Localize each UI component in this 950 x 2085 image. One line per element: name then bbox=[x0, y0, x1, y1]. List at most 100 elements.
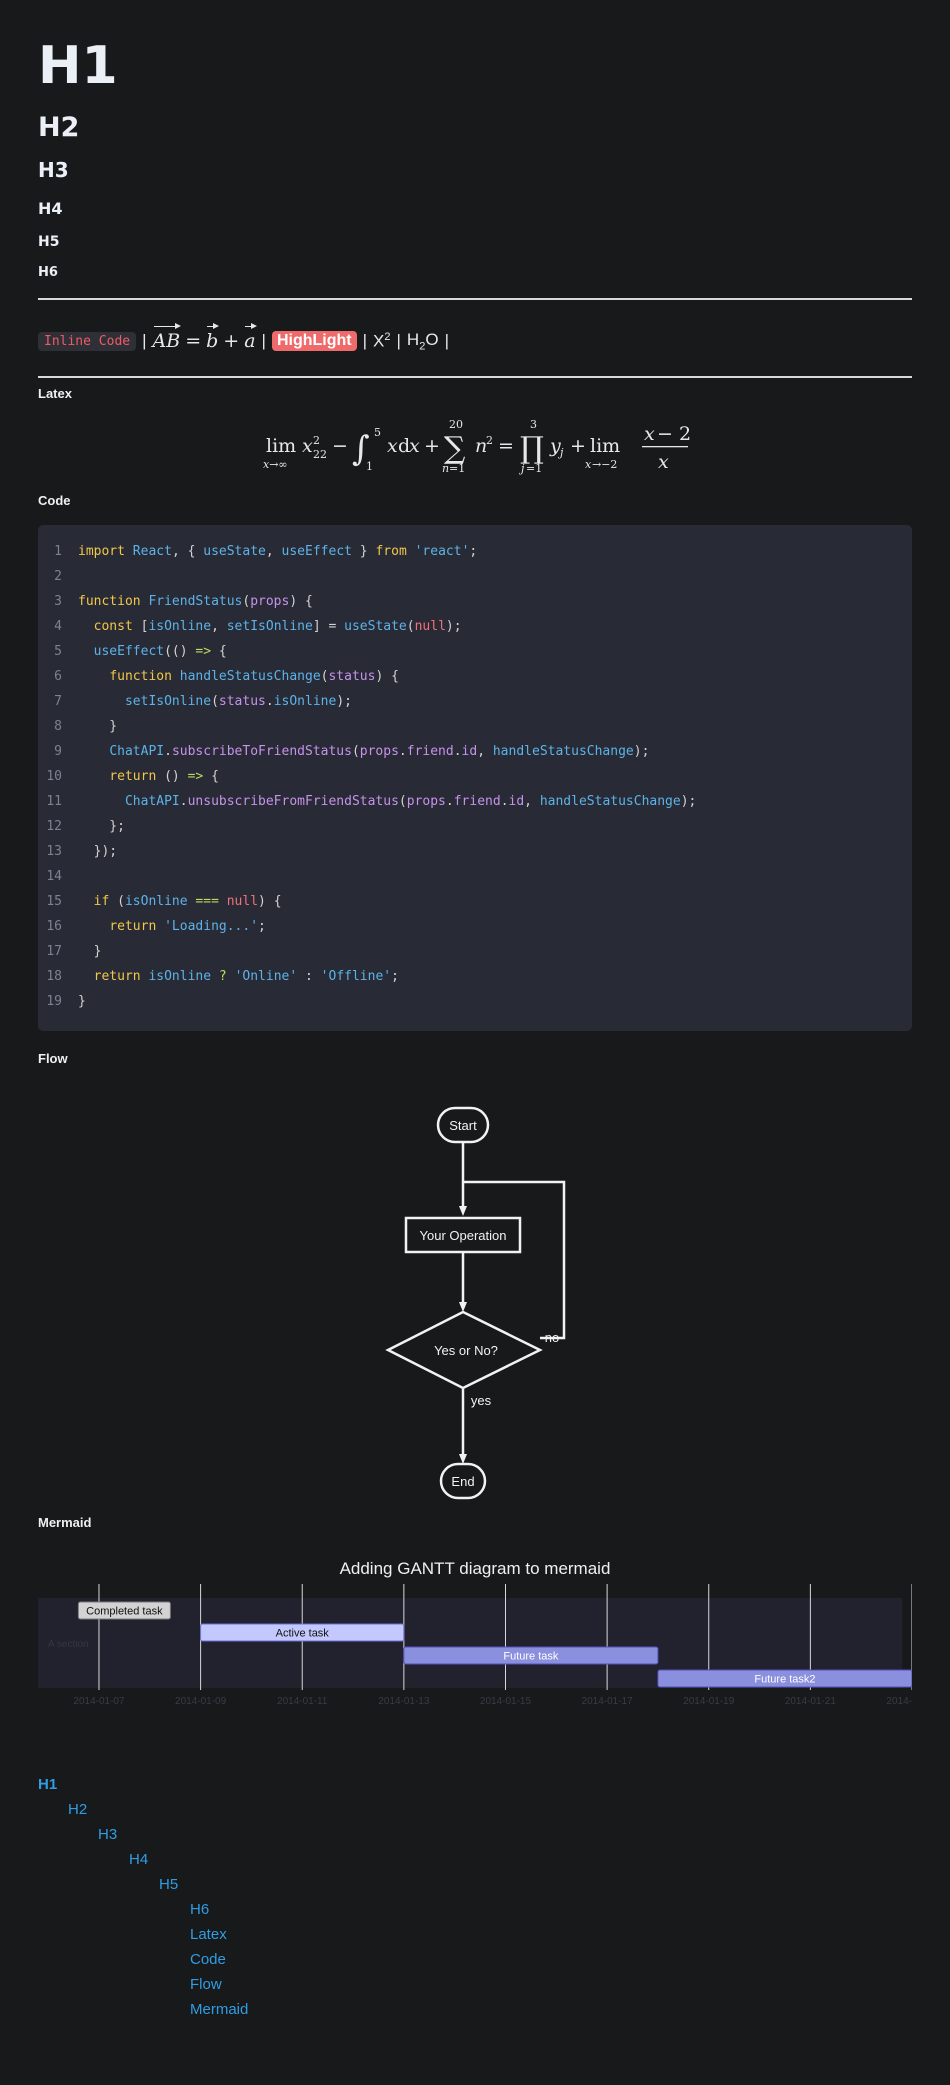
line-number: 12 bbox=[46, 819, 62, 834]
toc-link-h4[interactable]: H4 bbox=[129, 1850, 148, 1870]
toc-link-mermaid[interactable]: Mermaid bbox=[190, 2000, 248, 2020]
flow-no-label: no bbox=[545, 1330, 559, 1345]
separator: | bbox=[362, 331, 368, 350]
line-number: 4 bbox=[54, 619, 62, 634]
gantt-tick-label: 2014-01-09 bbox=[175, 1696, 227, 1707]
code-text: ChatAPI.subscribeToFriendStatus(props.fr… bbox=[109, 744, 650, 759]
code-text: } bbox=[78, 944, 102, 959]
line-number: 3 bbox=[54, 594, 62, 609]
heading-h2: H2 bbox=[38, 112, 80, 143]
svg-text:∑: ∑ bbox=[444, 431, 466, 466]
gantt-tick-label: 2014-01-15 bbox=[480, 1696, 532, 1707]
flow-condition-label: Yes or No? bbox=[434, 1343, 498, 1358]
gantt-chart: Adding GANTT diagram to mermaid A sectio… bbox=[38, 1559, 912, 1707]
flow-start-label: Start bbox=[449, 1118, 477, 1133]
svg-text:lim: lim bbox=[266, 435, 296, 457]
gantt-tick-label: 2014-01-21 bbox=[785, 1696, 837, 1707]
separator: | bbox=[142, 331, 147, 350]
code-text: return isOnline ? 'Online' : 'Offline'; bbox=[93, 969, 399, 984]
inline-elements-row: Inline Code | AB = b + a | HighLight | X2 | … bbox=[38, 318, 455, 364]
code-text: return () => { bbox=[109, 769, 219, 784]
code-text: setIsOnline(status.isOnline); bbox=[124, 694, 352, 709]
svg-text:x: x bbox=[387, 435, 398, 457]
line-number: 10 bbox=[46, 769, 62, 784]
svg-text:x: x bbox=[585, 458, 592, 471]
line-number: 6 bbox=[54, 669, 62, 684]
svg-text:∏: ∏ bbox=[520, 431, 544, 466]
gantt-tick-label: 2014-01-11 bbox=[277, 1696, 328, 1707]
inline-code: Inline Code bbox=[38, 331, 137, 351]
svg-text:→−2: →−2 bbox=[592, 458, 617, 471]
gantt-tick-label: 2014-01-07 bbox=[73, 1696, 125, 1707]
svg-text:5: 5 bbox=[374, 426, 381, 439]
section-label-flow: Flow bbox=[38, 1051, 68, 1066]
gantt-tick-label: 2014-01-13 bbox=[378, 1696, 430, 1707]
line-number: 1 bbox=[54, 544, 62, 559]
separator: | bbox=[396, 331, 401, 350]
gantt-task-label: Completed task bbox=[86, 1606, 163, 1618]
code-text: function handleStatusChange(status) { bbox=[109, 669, 399, 684]
toc-link-h6[interactable]: H6 bbox=[190, 1900, 209, 1920]
heading-h4: H4 bbox=[38, 199, 63, 218]
toc-link-h2[interactable]: H2 bbox=[68, 1800, 87, 1820]
latex-formula: lim x→∞ x 2 22 − ∫ 5 1 x d x + ∑ 20 n =1… bbox=[263, 418, 691, 475]
line-number: 2 bbox=[54, 569, 62, 584]
line-number: 11 bbox=[46, 794, 62, 809]
svg-text:2: 2 bbox=[313, 434, 320, 447]
gantt-task-label: Active task bbox=[276, 1628, 330, 1640]
heading-h5: H5 bbox=[38, 234, 60, 250]
line-number: 18 bbox=[46, 969, 62, 984]
line-number: 8 bbox=[54, 719, 62, 734]
toc-link-code[interactable]: Code bbox=[190, 1950, 226, 1970]
separator: | bbox=[261, 331, 266, 350]
flowchart: Start Your Operation Yes or No? yes no E… bbox=[385, 1106, 566, 1500]
svg-text:+: + bbox=[570, 435, 586, 457]
toc-link-h1[interactable]: H1 bbox=[38, 1775, 57, 1795]
svg-text:x→∞: x→∞ bbox=[263, 458, 288, 471]
gantt-title: Adding GANTT diagram to mermaid bbox=[340, 1559, 611, 1578]
heading-h1: H1 bbox=[38, 36, 118, 96]
code-text: function FriendStatus(props) { bbox=[78, 594, 313, 609]
section-label-latex: Latex bbox=[38, 386, 72, 401]
line-number: 7 bbox=[54, 694, 62, 709]
svg-text:=1: =1 bbox=[526, 462, 542, 475]
code-text: } bbox=[78, 719, 118, 734]
highlight-text: HighLight bbox=[271, 331, 357, 351]
svg-text:lim: lim bbox=[590, 435, 620, 457]
heading-h3: H3 bbox=[38, 158, 69, 182]
svg-text:−: − bbox=[332, 435, 348, 457]
horizontal-rule bbox=[38, 298, 912, 300]
svg-text:x: x bbox=[644, 423, 655, 445]
horizontal-rule bbox=[38, 376, 912, 378]
section-label-code: Code bbox=[38, 493, 71, 508]
toc-link-flow[interactable]: Flow bbox=[190, 1975, 222, 1995]
svg-text:3: 3 bbox=[530, 418, 537, 431]
code-text: }); bbox=[78, 844, 118, 859]
inline-math-vector: AB = b + a bbox=[152, 323, 257, 352]
line-number: 14 bbox=[46, 869, 62, 884]
subscript-text: H2O bbox=[406, 329, 439, 353]
code-text: if (isOnline === null) { bbox=[93, 894, 282, 909]
toc-link-h5[interactable]: H5 bbox=[159, 1875, 178, 1895]
code-text: import React, { useState, useEffect } fr… bbox=[78, 544, 478, 559]
code-text: const [isOnline, setIsOnline] = useState… bbox=[93, 619, 462, 634]
code-text: useEffect(() => { bbox=[93, 644, 227, 659]
line-number: 15 bbox=[46, 894, 62, 909]
gantt-section-label: A section bbox=[48, 1639, 89, 1650]
gantt-task-label: Future task2 bbox=[754, 1674, 815, 1686]
line-number: 19 bbox=[46, 994, 62, 1009]
line-number: 9 bbox=[54, 744, 62, 759]
code-text: }; bbox=[78, 819, 125, 834]
svg-text:22: 22 bbox=[313, 448, 327, 461]
svg-text:x: x bbox=[658, 451, 669, 473]
toc-link-latex[interactable]: Latex bbox=[190, 1925, 227, 1945]
gantt-task-label: Future task bbox=[503, 1651, 559, 1663]
code-block: 1 import React, { useState, useEffect } f… bbox=[38, 525, 912, 1031]
separator: | bbox=[444, 331, 449, 350]
svg-text:1: 1 bbox=[366, 460, 373, 473]
svg-text:20: 20 bbox=[449, 418, 463, 431]
flow-end-label: End bbox=[451, 1474, 474, 1489]
line-number: 13 bbox=[46, 844, 62, 859]
toc-link-h3[interactable]: H3 bbox=[98, 1825, 117, 1845]
svg-text:x: x bbox=[302, 435, 313, 457]
